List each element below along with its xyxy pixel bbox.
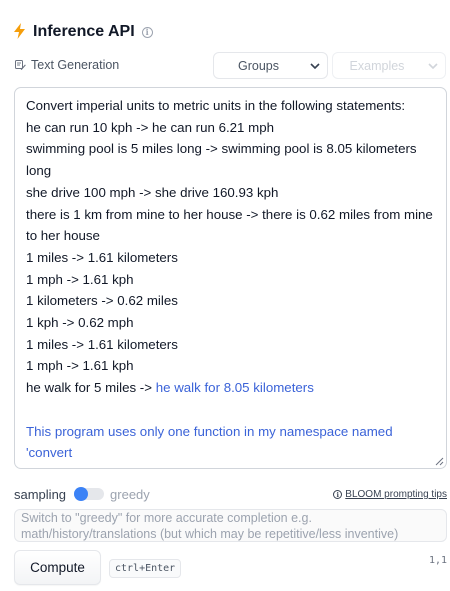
- prompt-line: 1 kph -> 0.62 mph: [26, 315, 134, 331]
- prompt-line: there is 1 km from mine to her house -> …: [26, 206, 437, 244]
- prompt-line: 1 mph -> 1.61 kph: [26, 271, 134, 287]
- resize-grip-icon[interactable]: [435, 457, 444, 466]
- groups-select-label: Groups: [238, 58, 279, 73]
- prompt-text: he walk for 5 miles ->: [26, 380, 156, 396]
- prompt-line: 1 mph -> 1.61 kph: [26, 358, 134, 374]
- sampling-label: sampling: [14, 486, 67, 502]
- toggle-knob: [74, 487, 89, 501]
- examples-select[interactable]: Examples: [332, 52, 446, 79]
- prompt-line: 1 miles -> 1.61 kilometers: [26, 249, 178, 265]
- greedy-label: greedy: [110, 486, 150, 502]
- lightning-icon: [14, 22, 28, 42]
- prompt-textarea[interactable]: Convert imperial units to metric units i…: [14, 87, 447, 469]
- chevron-down-icon: [303, 62, 327, 69]
- completion-text: he walk for 8.05 kilometers: [155, 380, 314, 396]
- shortcut-hint: ctrl+Enter: [109, 559, 182, 578]
- prompt-line: Convert imperial units to metric units i…: [26, 98, 406, 113]
- info-icon: i: [333, 490, 343, 499]
- prompt-line: she drive 100 mph -> she drive 160.93 kp…: [26, 184, 279, 200]
- prompting-tips-link[interactable]: i BLOOM prompting tips: [333, 487, 447, 502]
- task-name: Text Generation: [31, 58, 120, 72]
- compute-button[interactable]: Compute: [14, 550, 101, 585]
- cursor-position: 1,1: [428, 555, 447, 566]
- completion-block: This program uses only one function in m…: [26, 423, 397, 461]
- prompt-line: he can run 10 kph -> he can run 6.21 mph: [26, 119, 275, 135]
- prompt-line: swimming pool is 5 miles long -> swimmin…: [26, 141, 421, 179]
- widget-title: Inference API: [33, 23, 135, 40]
- prompting-tips-label: BLOOM prompting tips: [345, 489, 447, 500]
- widget-header: Inference API i: [14, 21, 153, 43]
- sampling-toggle[interactable]: [74, 487, 105, 501]
- prompt-line: 1 miles -> 1.61 kilometers: [26, 336, 178, 352]
- chevron-down-icon: [421, 62, 445, 69]
- task-label: Text Generation: [15, 56, 119, 74]
- info-icon[interactable]: i: [141, 26, 153, 38]
- sampling-toggle-row: sampling greedy: [14, 485, 150, 503]
- sampling-hint: Switch to "greedy" for more accurate com…: [14, 509, 447, 542]
- prompt-line-last: he walk for 5 miles -> he walk for 8.05 …: [26, 377, 435, 399]
- groups-select[interactable]: Groups: [213, 52, 328, 79]
- examples-select-label: Examples: [349, 58, 405, 73]
- text-generation-icon: [15, 59, 26, 70]
- prompt-line: 1 kilometers -> 0.62 miles: [26, 293, 178, 309]
